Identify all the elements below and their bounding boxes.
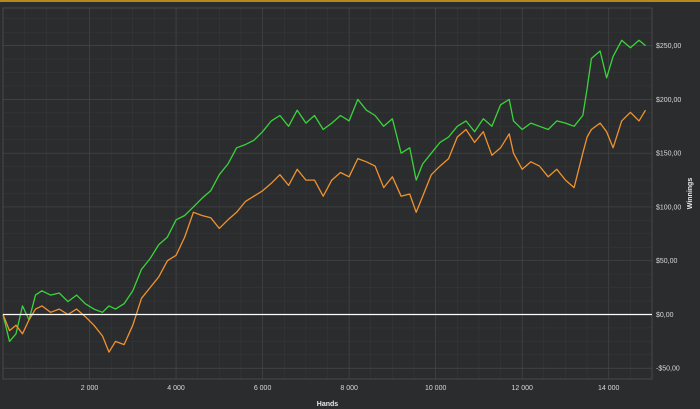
series-line-2 [2, 109, 647, 353]
x-tick-label: 12 000 [511, 385, 533, 392]
x-axis-ticks: 2 000 4 000 6 000 8 000 10 000 12 000 14 000 [81, 385, 620, 392]
y-tick-label: $0,00 [656, 312, 674, 319]
series-layer [2, 39, 647, 353]
y-tick-label: $50,00 [656, 258, 678, 265]
x-axis-title: Hands [317, 401, 339, 408]
x-tick-label: 2 000 [81, 385, 99, 392]
x-tick-label: 10 000 [425, 385, 447, 392]
winnings-line-chart: 2 000 4 000 6 000 8 000 10 000 12 000 14 000 -… [2, 7, 694, 408]
x-tick-label: 4 000 [167, 385, 185, 392]
y-axis-title: Winnings [687, 178, 694, 210]
y-tick-label: -$50,00 [656, 366, 680, 373]
y-tick-label: $100,00 [656, 204, 681, 211]
y-axis-ticks: -$50,00 $0,00 $50,00 $100,00 $150,00 $200,00 $… [656, 43, 681, 373]
series-line-1 [2, 39, 646, 343]
x-tick-label: 6 000 [254, 385, 272, 392]
y-tick-label: $150,00 [656, 151, 681, 158]
y-tick-label: $200,00 [656, 97, 681, 104]
x-tick-label: 14 000 [598, 385, 620, 392]
chart-container: 2 000 4 000 6 000 8 000 10 000 12 000 14 000 -… [0, 0, 700, 409]
x-tick-label: 8 000 [340, 385, 358, 392]
y-tick-label: $250,00 [656, 43, 681, 50]
grid-layer [2, 7, 653, 380]
